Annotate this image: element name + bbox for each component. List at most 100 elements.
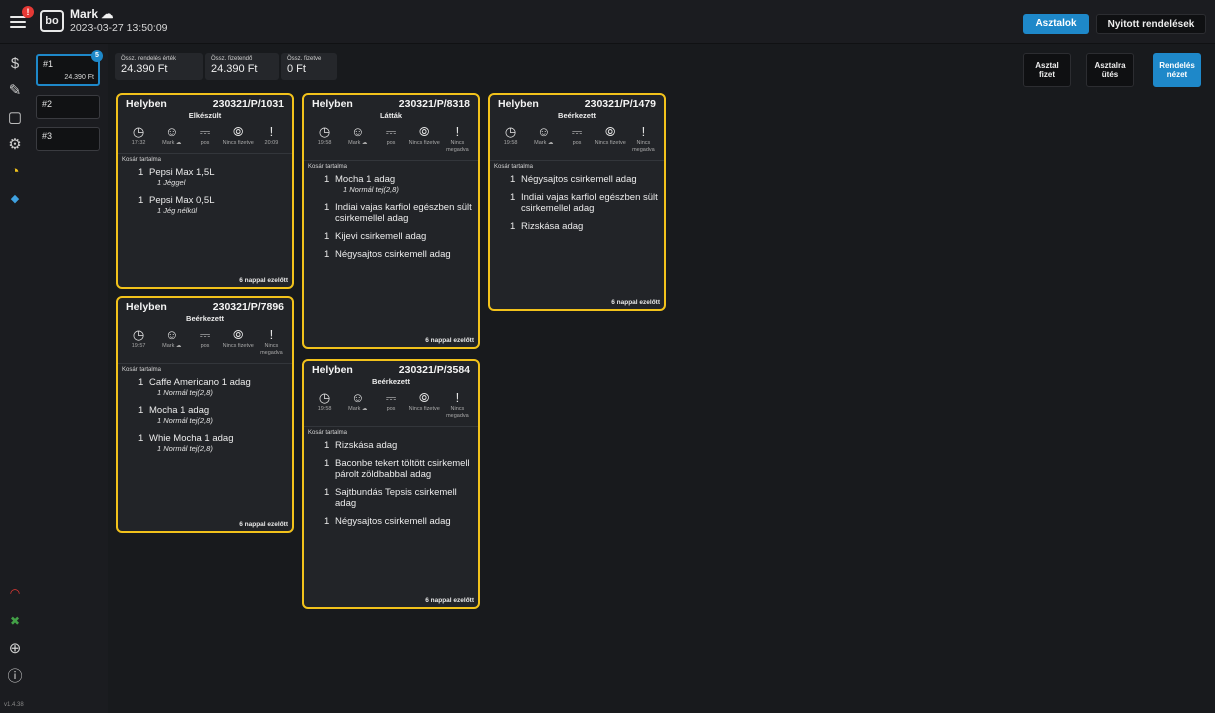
- top-bar: ! bo Mark ☁ 2023-03-27 13:50:09 Asztalok…: [0, 0, 1215, 44]
- order-status: Beérkezett: [372, 377, 410, 386]
- info-icon[interactable]: ⓘ: [6, 666, 24, 685]
- app-logo: bo: [40, 10, 64, 32]
- order-view-button[interactable]: Rendelés nézet: [1153, 53, 1201, 87]
- paid-summary: Össz. fizetve 0 Ft: [281, 53, 337, 80]
- item-name: Mocha 1 adag: [149, 405, 210, 416]
- order-id: 230321/P/8318: [398, 98, 470, 110]
- open-orders-button[interactable]: Nyitott rendelések: [1096, 14, 1206, 34]
- divider: [118, 363, 292, 364]
- clock-icon-group: ◷ 19:58: [308, 390, 341, 420]
- order-type: Helyben: [312, 98, 353, 110]
- cart-item: 1 Baconbe tekert töltött csirkemell páro…: [324, 458, 478, 480]
- icon-caption: 20:09: [264, 140, 279, 146]
- table-label: #2: [42, 99, 53, 109]
- order-card[interactable]: Helyben 230321/P/3584 Beérkezett ◷ 19:58…: [302, 359, 480, 609]
- table-pay-button[interactable]: Asztal fizet: [1023, 53, 1071, 87]
- order-card[interactable]: Helyben 230321/P/1479 Beérkezett ◷ 19:58…: [488, 93, 666, 311]
- divider: [304, 160, 478, 161]
- card-header: Helyben 230321/P/1031 Elkészült: [118, 95, 292, 120]
- edit-icon[interactable]: ✎: [6, 81, 24, 99]
- clock-alert-icon[interactable]: ◔: [6, 162, 24, 180]
- item-quantity: 1: [138, 405, 144, 416]
- dollar-icon[interactable]: $: [6, 54, 24, 72]
- user-icon-group: ☺ Mark ☁: [341, 390, 374, 420]
- user-name: Mark ☁: [70, 7, 114, 21]
- order-age: 6 nappal ezelőtt: [239, 521, 288, 528]
- order-card[interactable]: Helyben 230321/P/7896 Beérkezett ◷ 19:57…: [116, 296, 294, 533]
- gear-icon[interactable]: ⚙: [6, 135, 24, 153]
- divider: [304, 426, 478, 427]
- clock-icon: ◷: [318, 390, 331, 405]
- main-content: Össz. rendelés érték 24.390 Ft Össz. fiz…: [108, 44, 1215, 713]
- tag-icon[interactable]: ◆: [6, 189, 24, 207]
- order-type: Helyben: [312, 364, 353, 376]
- icon-caption: Nincs megadva: [446, 406, 469, 419]
- bag-icon[interactable]: ▢: [6, 108, 24, 126]
- table-button-1[interactable]: #1 24.390 Ft 5: [36, 50, 103, 86]
- payment-signal-icon-group: ⦾ Nincs fizetve: [408, 390, 441, 420]
- pos-icon: ⎓: [199, 327, 211, 342]
- exclamation-icon-group: ! Nincs megadva: [255, 327, 288, 357]
- item-name: Pepsi Max 0,5L: [149, 195, 215, 206]
- item-quantity: 1: [324, 231, 330, 242]
- icon-caption: Nincs megadva: [260, 343, 283, 356]
- item-modifier: 1 Normál tej(2,8): [157, 444, 213, 453]
- cart-item: 1 Mocha 1 adag 1 Normál tej(2,8): [324, 174, 478, 195]
- item-name: Whie Mocha 1 adag: [149, 433, 234, 444]
- order-id: 230321/P/7896: [212, 301, 284, 313]
- item-name: Négysajtos csirkemell adag: [335, 249, 451, 260]
- order-age: 6 nappal ezelőtt: [611, 299, 660, 306]
- order-status: Látták: [379, 111, 403, 120]
- order-card[interactable]: Helyben 230321/P/1031 Elkészült ◷ 17:32 …: [116, 93, 294, 289]
- payment-signal-icon-group: ⦾ Nincs fizetve: [408, 124, 441, 154]
- exclamation-icon-group: ! 20:09: [255, 124, 288, 147]
- card-header: Helyben 230321/P/1479 Beérkezett: [490, 95, 664, 120]
- divider: [490, 160, 664, 161]
- tables-button[interactable]: Asztalok: [1023, 14, 1089, 34]
- user-icon-group: ☺ Mark ☁: [341, 124, 374, 154]
- item-quantity: 1: [324, 249, 330, 260]
- order-info-icons: ◷ 19:57 ☺ Mark ☁ ⎓ pos ⦾ Nincs fizetve !…: [118, 323, 292, 359]
- exclamation-icon: !: [641, 124, 646, 139]
- icon-caption: 17:32: [131, 140, 146, 146]
- order-age: 6 nappal ezelőtt: [239, 277, 288, 284]
- icon-caption: Mark ☁: [348, 406, 368, 412]
- user-icon-group: ☺ Mark ☁: [155, 327, 188, 357]
- card-header: Helyben 230321/P/8318 Látták: [304, 95, 478, 120]
- item-quantity: 1: [324, 440, 330, 451]
- globe-icon[interactable]: ⊕: [6, 639, 24, 657]
- app-version: v1.4.38: [4, 702, 24, 708]
- table-button-2[interactable]: #2: [36, 95, 100, 119]
- order-value-summary: Össz. rendelés érték 24.390 Ft: [115, 53, 203, 80]
- item-quantity: 1: [510, 192, 516, 203]
- cart-item: 1 Kijevi csirkemell adag: [324, 231, 478, 242]
- item-name: Kijevi csirkemell adag: [335, 231, 427, 242]
- card-header: Helyben 230321/P/3584 Beérkezett: [304, 361, 478, 386]
- cart-item: 1 Négysajtos csirkemell adag: [324, 249, 478, 260]
- cart-items: 1 Pepsi Max 1,5L 1 Jéggel 1 Pepsi Max 0,…: [118, 163, 292, 216]
- network-icon: ✖: [9, 614, 21, 628]
- summary-value: 0 Ft: [287, 63, 306, 75]
- clock-icon: ◷: [132, 327, 145, 342]
- item-name: Indiai vajas karfiol egészben sült csirk…: [521, 192, 658, 214]
- payment-signal-icon: ⦾: [233, 124, 244, 139]
- menu-icon-line: [10, 26, 26, 28]
- notification-badge[interactable]: !: [22, 6, 34, 18]
- item-quantity: 1: [138, 377, 144, 388]
- summary-value: 24.390 Ft: [121, 63, 168, 75]
- clock-icon: ◷: [132, 124, 145, 139]
- item-name: Négysajtos csirkemell adag: [335, 516, 451, 527]
- order-info-icons: ◷ 19:58 ☺ Mark ☁ ⎓ pos ⦾ Nincs fizetve !…: [490, 120, 664, 156]
- table-label: #1: [43, 59, 54, 69]
- table-button-3[interactable]: #3: [36, 127, 100, 151]
- cart-items: 1 Rizskása adag 1 Baconbe tekert töltött…: [304, 436, 478, 527]
- item-name: Mocha 1 adag: [335, 174, 396, 185]
- table-fire-button[interactable]: Asztalra ütés: [1086, 53, 1134, 87]
- exclamation-icon: !: [269, 124, 274, 139]
- user-icon: ☺: [165, 124, 179, 139]
- item-modifier: 1 Normál tej(2,8): [343, 185, 399, 194]
- order-card[interactable]: Helyben 230321/P/8318 Látták ◷ 19:58 ☺ M…: [302, 93, 480, 349]
- menu-button[interactable]: !: [8, 6, 34, 34]
- summary-label: Össz. fizetve: [287, 56, 322, 62]
- order-info-icons: ◷ 17:32 ☺ Mark ☁ ⎓ pos ⦾ Nincs fizetve !…: [118, 120, 292, 149]
